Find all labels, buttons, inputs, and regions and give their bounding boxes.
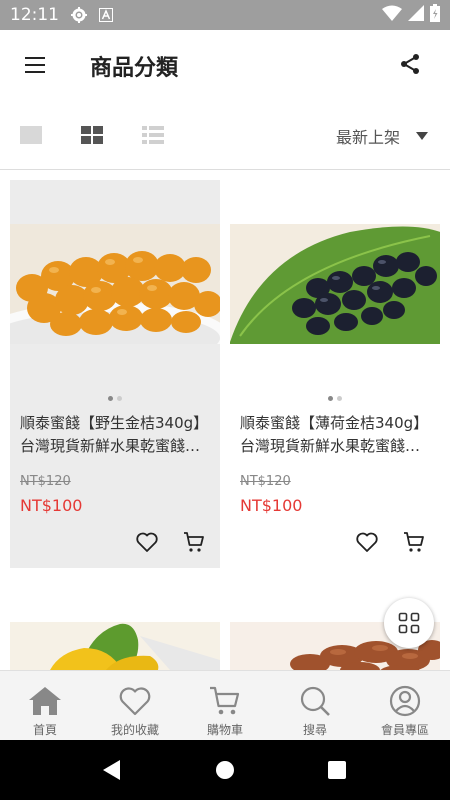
product-image-mint-kumquat[interactable] bbox=[230, 224, 440, 344]
product-image-peek[interactable] bbox=[10, 622, 220, 670]
font-a-icon bbox=[99, 8, 113, 22]
wifi-icon bbox=[382, 5, 402, 25]
view-toolbar: 最新上架 bbox=[0, 100, 450, 170]
caret-down-icon bbox=[416, 132, 428, 140]
product-card[interactable]: 順泰蜜餞【薄荷金桔340g】台灣現貨新鮮水果乾蜜餞… NT$120 NT$100 bbox=[230, 180, 440, 568]
bottom-tab-bar: 首頁 我的收藏 購物車 搜尋 會員專區 bbox=[0, 670, 450, 740]
page-title: 商品分類 bbox=[90, 56, 179, 81]
cart-icon[interactable] bbox=[402, 530, 426, 554]
tab-cart[interactable]: 購物車 bbox=[180, 671, 270, 740]
heart-icon bbox=[119, 687, 151, 716]
image-carousel-dots bbox=[10, 396, 220, 401]
grid-view-icon[interactable] bbox=[80, 126, 104, 144]
tab-label: 搜尋 bbox=[302, 723, 327, 737]
original-price: NT$120 bbox=[240, 474, 291, 489]
product-image-kumquat[interactable] bbox=[10, 224, 220, 344]
tab-label: 首頁 bbox=[32, 723, 57, 737]
home-circle-icon[interactable] bbox=[216, 761, 234, 779]
battery-icon bbox=[430, 4, 440, 26]
product-name[interactable]: 順泰蜜餞【野生金桔340g】台灣現貨新鮮水果乾蜜餞… bbox=[20, 412, 216, 458]
product-card[interactable]: 順泰蜜餞【野生金桔340g】台灣現貨新鮮水果乾蜜餞… NT$120 NT$100 bbox=[10, 180, 220, 568]
original-price: NT$120 bbox=[20, 474, 71, 489]
sale-price: NT$100 bbox=[20, 496, 83, 515]
hamburger-menu-icon[interactable] bbox=[22, 54, 48, 76]
list-view-icon[interactable] bbox=[141, 126, 165, 144]
cart-icon[interactable] bbox=[182, 530, 206, 554]
tab-member[interactable]: 會員專區 bbox=[360, 671, 450, 740]
status-time: 12:11 bbox=[10, 5, 59, 25]
recent-apps-icon[interactable] bbox=[328, 761, 346, 779]
tab-search[interactable]: 搜尋 bbox=[270, 671, 360, 740]
tab-home[interactable]: 首頁 bbox=[0, 671, 90, 740]
app-header: 商品分類 bbox=[0, 30, 450, 100]
tab-label: 我的收藏 bbox=[110, 723, 159, 737]
product-name[interactable]: 順泰蜜餞【薄荷金桔340g】台灣現貨新鮮水果乾蜜餞… bbox=[240, 412, 436, 458]
tab-label: 購物車 bbox=[206, 723, 243, 737]
heart-icon[interactable] bbox=[355, 530, 379, 554]
sale-price: NT$100 bbox=[240, 496, 303, 515]
sort-dropdown[interactable]: 最新上架 bbox=[336, 124, 428, 148]
cart-icon bbox=[210, 686, 240, 715]
tab-label: 會員專區 bbox=[380, 723, 429, 737]
home-icon bbox=[29, 687, 61, 715]
system-nav-bar bbox=[0, 740, 450, 800]
tab-favorites[interactable]: 我的收藏 bbox=[90, 671, 180, 740]
category-grid-button[interactable] bbox=[384, 598, 434, 648]
signal-icon bbox=[408, 5, 424, 25]
heart-icon[interactable] bbox=[135, 530, 159, 554]
share-icon[interactable] bbox=[398, 52, 422, 76]
status-bar: 12:11 bbox=[0, 0, 450, 30]
user-icon bbox=[389, 685, 421, 717]
back-icon[interactable] bbox=[103, 760, 120, 780]
grid-icon bbox=[398, 612, 420, 634]
search-icon bbox=[300, 686, 330, 716]
image-carousel-dots bbox=[230, 396, 440, 401]
sort-label: 最新上架 bbox=[335, 128, 400, 147]
single-view-icon[interactable] bbox=[19, 126, 43, 144]
settings-icon bbox=[71, 7, 87, 23]
